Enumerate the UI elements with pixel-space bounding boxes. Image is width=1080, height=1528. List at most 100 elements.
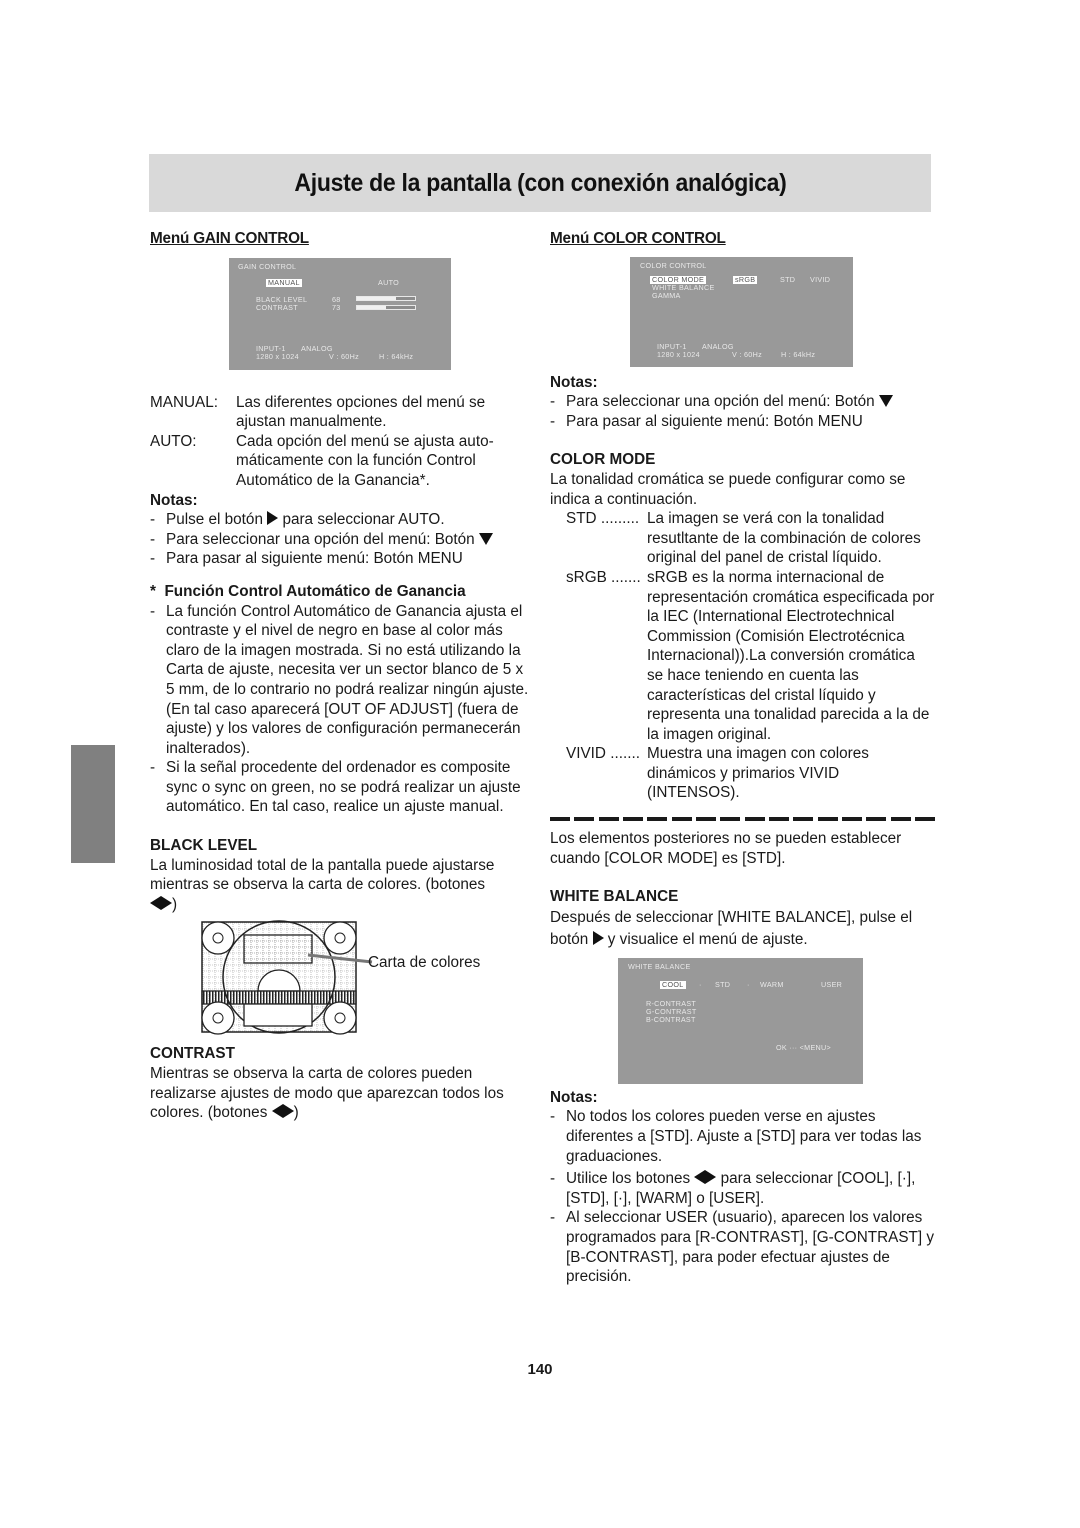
left-arrow-button-icon (694, 1170, 706, 1185)
osd-mode-std: STD (780, 274, 796, 284)
osd-signal: ANALOG (301, 343, 333, 353)
notes-title: Notas: (150, 491, 198, 509)
agc-note-text: Si la señal procedente del ordenador es … (166, 759, 521, 816)
osd-resolution: 1280 x 1024 (256, 351, 299, 361)
bullet-dash: - (550, 1170, 556, 1188)
osd-item-contrast: CONTRAST (256, 302, 298, 312)
notes-title: Notas: (550, 1088, 598, 1106)
chart-callout-label: Carta de colores (368, 954, 481, 972)
osd-vfreq: V : 60Hz (329, 351, 359, 361)
down-arrow-button-icon (478, 532, 493, 545)
note-item: - Para seleccionar una opción del menú: … (150, 530, 535, 550)
osd-option-dot: · (747, 979, 750, 989)
white-balance-title: WHITE BALANCE (550, 888, 679, 906)
color-mode-srgb: sRGB ....... sRGB es la norma internacio… (550, 568, 935, 744)
osd-resolution: 1280 x 1024 (657, 349, 700, 359)
agc-title: * Función Control Automático de Ganancia (150, 582, 466, 600)
note-text: Pulse el botón (166, 511, 263, 529)
black-level-text: La luminosidad total de la pantalla pued… (150, 856, 535, 915)
mode-desc: La imagen se verá con la tonalidad resut… (647, 510, 921, 567)
mode-term: STD ......... (566, 510, 640, 528)
note-item: - Pulse el botón para seleccionar AUTO. (150, 510, 535, 530)
page-title: Ajuste de la pantalla (con conexión anal… (293, 168, 787, 197)
mode-desc: sRGB es la norma internacional de repres… (647, 568, 935, 743)
color-control-osd: COLOR CONTROL COLOR MODE WHITE BALANCE G… (630, 256, 853, 367)
right-arrow-button-icon (592, 930, 604, 945)
contrast-text: Mientras se observa la carta de colores … (150, 1064, 535, 1123)
mode-definitions: MANUAL: Las diferentes opciones del menú… (150, 393, 535, 491)
note-text: Utilice los botones (566, 1170, 691, 1188)
bullet-dash: - (550, 412, 556, 430)
right-arrow-button-icon (705, 1170, 717, 1185)
black-level-desc: La luminosidad total de la pantalla pued… (150, 856, 495, 894)
left-arrow-button-icon (271, 1104, 283, 1119)
note-item: - Utilice los botones para seleccionar [… (550, 1169, 935, 1208)
note-text: Al seleccionar USER (usuario), aparecen … (566, 1209, 935, 1286)
black-level-title: BLACK LEVEL (150, 837, 258, 855)
note-item: - Al seleccionar USER (usuario), aparece… (550, 1208, 935, 1286)
color-mode-intro: La tonalidad cromática se puede configur… (550, 470, 906, 508)
language-tab (71, 745, 115, 863)
note-text: Para pasar al siguiente menú: Botón MENU (566, 412, 863, 430)
contrast-title: CONTRAST (150, 1045, 235, 1063)
contrast-bar (356, 304, 416, 310)
bullet-dash: - (150, 511, 156, 529)
note-text: No todos los colores pueden verse en aju… (566, 1108, 922, 1165)
agc-note-text: La función Control Automático de Gananci… (166, 602, 529, 757)
color-mode-title: COLOR MODE (550, 451, 656, 469)
osd-option-auto: AUTO (378, 277, 400, 287)
osd-item-gamma: GAMMA (652, 290, 681, 300)
bullet-dash: - (150, 550, 156, 568)
osd-title: WHITE BALANCE (628, 961, 691, 971)
white-balance-desc-end: y visualice el menú de ajuste. (607, 930, 808, 948)
osd-vfreq: V : 60Hz (732, 349, 762, 359)
note-item: - Para pasar al siguiente menú: Botón ME… (150, 549, 535, 569)
note-text: Para seleccionar una opción del menú: Bo… (166, 530, 475, 548)
osd-title: COLOR CONTROL (640, 260, 707, 270)
definition-auto: AUTO: Cada opción del menú se ajusta aut… (150, 432, 535, 491)
definition-desc: Las diferentes opciones del menú se ajus… (236, 393, 486, 431)
osd-title: GAIN CONTROL (238, 261, 297, 271)
osd-hfreq: H : 64kHz (379, 351, 414, 361)
page-title-bar: Ajuste de la pantalla (con conexión anal… (149, 154, 931, 212)
paren: ) (172, 895, 178, 913)
bullet-dash: - (150, 530, 156, 548)
bullet-dash: - (550, 1108, 556, 1126)
osd-footer: OK ··· <MENU> (776, 1042, 832, 1052)
color-mode-std: STD ......... La imagen se verá con la t… (550, 509, 935, 568)
test-pattern-figure: Carta de colores (150, 920, 535, 1036)
notes-title: Notas: (550, 373, 598, 391)
right-arrow-button-icon (161, 895, 172, 910)
down-arrow-button-icon (878, 395, 893, 408)
gain-control-heading: Menú GAIN CONTROL (150, 230, 309, 247)
definition-term: MANUAL: (150, 393, 218, 411)
osd-option-std: STD (715, 979, 731, 989)
std-note: Los elementos posteriores no se pueden e… (550, 830, 902, 867)
color-mode-vivid: VIVID ....... Muestra una imagen con col… (550, 744, 935, 803)
osd-mode-vivid: VIVID (810, 274, 831, 284)
right-column: Menú COLOR CONTROL COLOR CONTROL COLOR M… (550, 229, 935, 1287)
note-text: Para seleccionar una opción del menú: Bo… (566, 393, 875, 411)
left-arrow-button-icon (150, 895, 161, 910)
note-text: para seleccionar AUTO. (282, 511, 445, 529)
note-item: - No todos los colores pueden verse en a… (550, 1107, 935, 1166)
white-balance-text: Después de seleccionar [WHITE BALANCE], … (550, 907, 935, 951)
gain-control-osd: GAIN CONTROL MANUAL AUTO BLACK LEVEL 68 … (229, 257, 451, 370)
black-level-bar (356, 295, 416, 301)
osd-signal: ANALOG (702, 341, 734, 351)
contrast-desc: Mientras se observa la carta de colores … (150, 1065, 504, 1122)
bullet-dash: - (550, 393, 556, 411)
osd-hfreq: H : 64kHz (781, 349, 816, 359)
white-balance-osd: WHITE BALANCE COOL · STD · WARM USER R-C… (618, 957, 863, 1084)
osd-option-cool: COOL (660, 979, 686, 990)
osd-option-manual: MANUAL (266, 277, 302, 287)
definition-term: AUTO: (150, 432, 197, 450)
note-text: Para pasar al siguiente menú: Botón MENU (166, 550, 463, 568)
osd-option-user: USER (821, 979, 843, 989)
right-arrow-button-icon (267, 511, 279, 526)
agc-note: - La función Control Automático de Ganan… (150, 602, 535, 759)
bullet-dash: - (550, 1209, 556, 1227)
bullet-dash: - (150, 759, 156, 777)
test-pattern-chart-icon (201, 920, 373, 1036)
osd-option-warm: WARM (760, 979, 784, 989)
